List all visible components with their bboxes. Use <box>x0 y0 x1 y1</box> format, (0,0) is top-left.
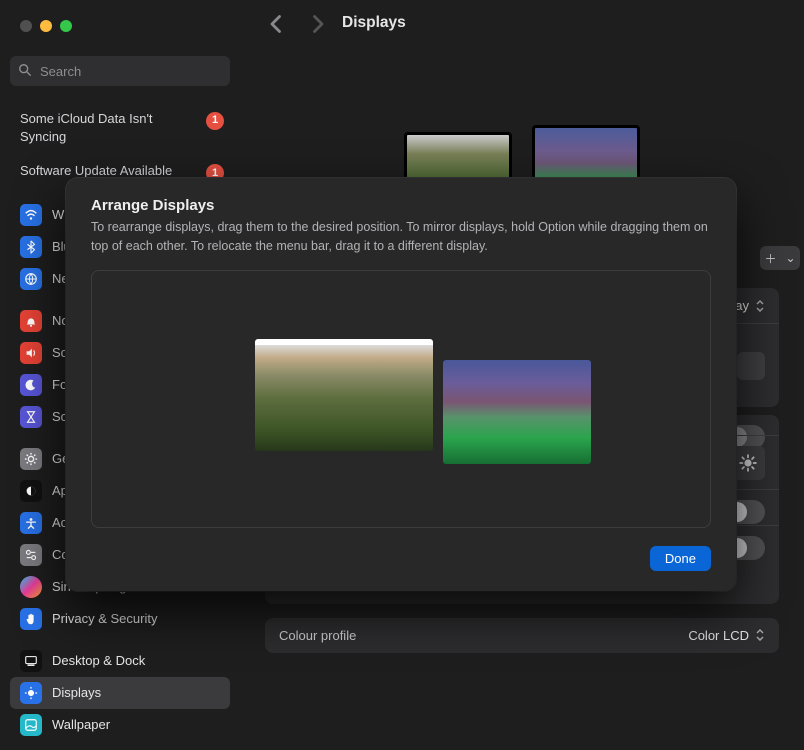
arrange-display-secondary[interactable] <box>443 360 591 464</box>
display-wallpaper-preview <box>255 345 433 451</box>
arrange-displays-modal: Arrange Displays To rearrange displays, … <box>66 178 736 591</box>
arrange-canvas[interactable] <box>91 270 711 528</box>
modal-footer: Done <box>91 546 711 571</box>
done-button[interactable]: Done <box>650 546 711 571</box>
arrange-display-primary[interactable] <box>255 339 433 451</box>
modal-title: Arrange Displays <box>91 197 711 214</box>
modal-description: To rearrange displays, drag them to the … <box>91 218 711 256</box>
modal-backdrop: Arrange Displays To rearrange displays, … <box>0 0 804 750</box>
display-wallpaper-preview <box>443 360 591 464</box>
